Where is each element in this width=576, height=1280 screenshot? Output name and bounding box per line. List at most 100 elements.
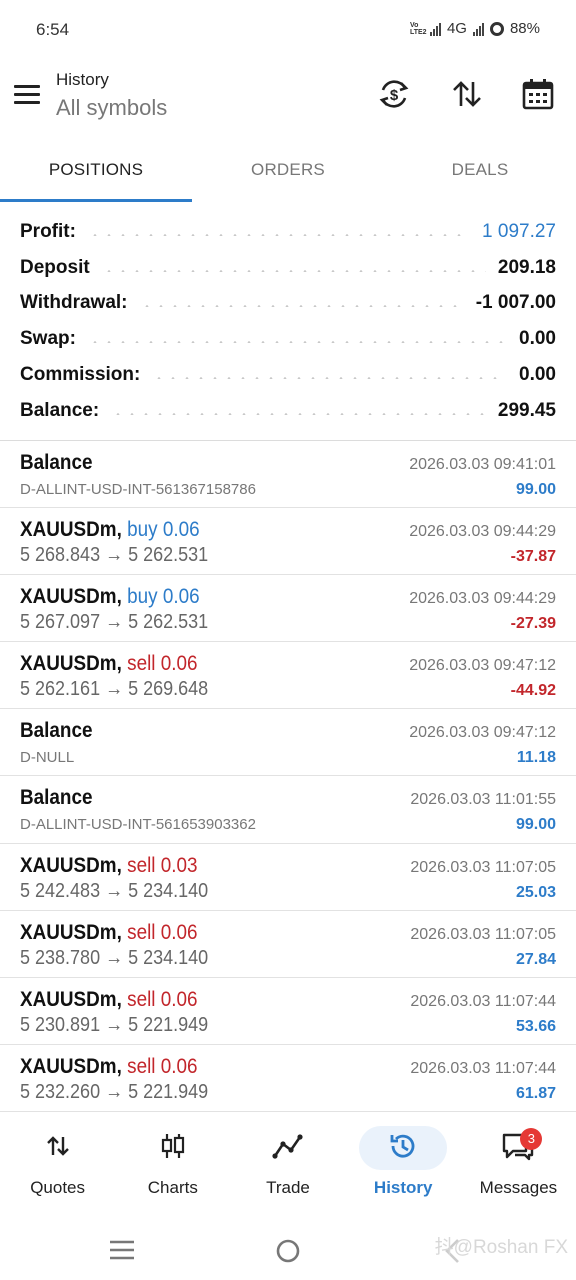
menu-icon[interactable] xyxy=(14,85,42,105)
dotted-leader xyxy=(111,412,486,415)
deal-time: 2026.03.03 11:07:44 xyxy=(410,992,556,1010)
deal-time: 2026.03.03 09:41:01 xyxy=(409,456,556,473)
deal-direction: buy 0.06 xyxy=(127,585,200,609)
deal-comment: D-NULL xyxy=(20,749,75,767)
deal-row[interactable]: XAUUSDm, sell 0.03 5 242.483 → 5 234.140 2… xyxy=(0,844,576,911)
deal-amount: 27.84 xyxy=(515,950,556,968)
nav-charts[interactable]: Charts xyxy=(115,1120,230,1210)
summary-label: Balance: xyxy=(20,399,100,421)
battery-level: 88% xyxy=(509,20,540,37)
deal-row[interactable]: Balance D-ALLINT-USD-INT-561653903362 2026… xyxy=(0,776,576,844)
deal-row[interactable]: XAUUSDm, buy 0.06 5 268.843 → 5 262.531 20… xyxy=(0,508,576,576)
deal-direction: sell 0.06 xyxy=(127,1054,198,1078)
deal-amount: 99.00 xyxy=(515,816,556,834)
deal-row[interactable]: XAUUSDm, buy 0.06 5 267.097 → 5 262.531 20… xyxy=(0,575,576,643)
history-tabs: POSITIONS ORDERS DEALS xyxy=(0,136,576,202)
deal-time: 2026.03.03 09:47:12 xyxy=(409,724,556,742)
deal-symbol: XAUUSDm, xyxy=(20,585,122,609)
tab-positions[interactable]: POSITIONS xyxy=(0,136,192,202)
currency-swap-icon[interactable]: $ xyxy=(377,77,411,111)
deal-row[interactable]: XAUUSDm, sell 0.06 5 262.161 → 5 269.648 2… xyxy=(0,642,576,710)
deal-symbol: XAUUSDm, xyxy=(20,853,122,877)
deal-symbol: Balance xyxy=(20,719,93,743)
deal-amount: 25.03 xyxy=(515,883,556,901)
watermark: 抖@Roshan FX xyxy=(434,1237,568,1258)
nav-label: Trade xyxy=(266,1178,310,1197)
summary-value: 0.00 xyxy=(519,364,556,386)
nav-trade[interactable]: Trade xyxy=(230,1120,345,1210)
nav-label: Quotes xyxy=(30,1178,85,1197)
summary-label: Commission: xyxy=(20,364,141,386)
summary-value: 299.45 xyxy=(497,399,556,421)
signal-icon-2 xyxy=(472,22,484,36)
deal-amount: -37.87 xyxy=(510,548,556,566)
deal-title: XAUUSDm, sell 0.06 xyxy=(20,1055,198,1079)
summary-label: Profit: xyxy=(20,220,76,242)
deal-time: 2026.03.03 11:07:05 xyxy=(410,858,556,876)
deal-amount: -44.92 xyxy=(510,682,556,700)
deal-prices: 5 267.097 → 5 262.531 xyxy=(20,611,209,634)
battery-icon xyxy=(489,21,504,36)
deal-symbol: XAUUSDm, xyxy=(20,920,122,944)
status-icons: Vo LTE2 4G 88% xyxy=(410,20,540,37)
sort-icon[interactable] xyxy=(450,77,484,111)
deal-prices: 5 238.780 → 5 234.140 xyxy=(20,946,209,969)
deal-title: XAUUSDm, sell 0.03 xyxy=(20,854,198,878)
deal-row[interactable]: Balance D-ALLINT-USD-INT-561367158786 2026… xyxy=(0,441,576,509)
volte-indicator: Vo LTE2 xyxy=(409,21,427,36)
deal-row[interactable]: XAUUSDm, sell 0.06 5 230.891 → 5 221.949 2… xyxy=(0,978,576,1045)
system-navigation: 抖@Roshan FX xyxy=(0,1218,576,1280)
dotted-leader xyxy=(87,233,471,236)
summary-value: 209.18 xyxy=(497,256,556,278)
deal-time: 2026.03.03 09:44:29 xyxy=(409,590,556,608)
deal-row[interactable]: XAUUSDm, sell 0.06 5 232.260 → 5 221.949 2… xyxy=(0,1045,576,1112)
summary-commission: Commission: 0.00 xyxy=(0,357,576,393)
nav-label: Charts xyxy=(147,1178,198,1197)
deal-prices: 5 242.483 → 5 234.140 xyxy=(20,879,209,902)
summary-value: 1 097.27 xyxy=(482,220,556,242)
deals-list: Balance D-ALLINT-USD-INT-561367158786 2026… xyxy=(0,441,576,1112)
dotted-leader xyxy=(152,377,508,380)
deal-time: 2026.03.03 09:47:12 xyxy=(409,657,556,675)
app-header: History All symbols $ xyxy=(0,60,576,136)
messages-badge: 3 xyxy=(520,1128,543,1150)
tab-orders[interactable]: ORDERS xyxy=(192,136,384,202)
deal-title: XAUUSDm, buy 0.06 xyxy=(20,585,200,609)
status-time: 6:54 xyxy=(36,20,70,39)
deal-amount: 11.18 xyxy=(516,749,556,767)
status-bar: 6:54 Vo LTE2 4G 88% xyxy=(0,0,576,60)
deal-row[interactable]: XAUUSDm, sell 0.06 5 238.780 → 5 234.140 2… xyxy=(0,911,576,978)
summary-deposit: Deposit 209.18 xyxy=(0,250,576,286)
nav-messages[interactable]: 3 Messages xyxy=(461,1120,576,1210)
history-clock-icon xyxy=(383,1132,423,1160)
deal-time: 2026.03.03 11:07:05 xyxy=(410,925,556,943)
deal-symbol: XAUUSDm, xyxy=(20,987,122,1011)
summary-label: Swap: xyxy=(20,328,76,350)
deal-direction: sell 0.06 xyxy=(127,652,198,676)
candlestick-icon xyxy=(153,1132,193,1160)
summary-value: -1 007.00 xyxy=(475,292,556,314)
symbol-filter[interactable]: All symbols xyxy=(56,95,167,121)
nav-quotes[interactable]: Quotes xyxy=(0,1120,115,1210)
deal-row[interactable]: Balance D-NULL 2026.03.03 09:47:12 11.18 xyxy=(0,709,576,777)
deal-direction: sell 0.06 xyxy=(127,987,198,1011)
deal-prices: 5 262.161 → 5 269.648 xyxy=(20,678,209,701)
home-icon[interactable] xyxy=(275,1238,301,1269)
nav-history[interactable]: History xyxy=(346,1120,461,1210)
deal-symbol: XAUUSDm, xyxy=(20,652,122,676)
deal-direction: buy 0.06 xyxy=(127,518,200,542)
deal-direction: sell 0.03 xyxy=(127,853,198,877)
summary-profit: Profit: 1 097.27 xyxy=(0,214,576,250)
deal-symbol: Balance xyxy=(20,451,93,474)
tab-deals[interactable]: DEALS xyxy=(384,136,576,202)
page-title: History xyxy=(56,70,109,89)
deal-title: XAUUSDm, sell 0.06 xyxy=(20,921,198,945)
svg-text:$: $ xyxy=(390,87,399,104)
calendar-icon[interactable] xyxy=(521,77,555,111)
summary-withdrawal: Withdrawal: -1 007.00 xyxy=(0,286,576,322)
summary-swap: Swap: 0.00 xyxy=(0,321,576,357)
deal-title: Balance xyxy=(20,451,92,475)
summary-label: Deposit xyxy=(20,256,90,278)
deal-time: 2026.03.03 11:07:44 xyxy=(410,1059,556,1077)
recent-apps-icon[interactable] xyxy=(109,1240,135,1265)
